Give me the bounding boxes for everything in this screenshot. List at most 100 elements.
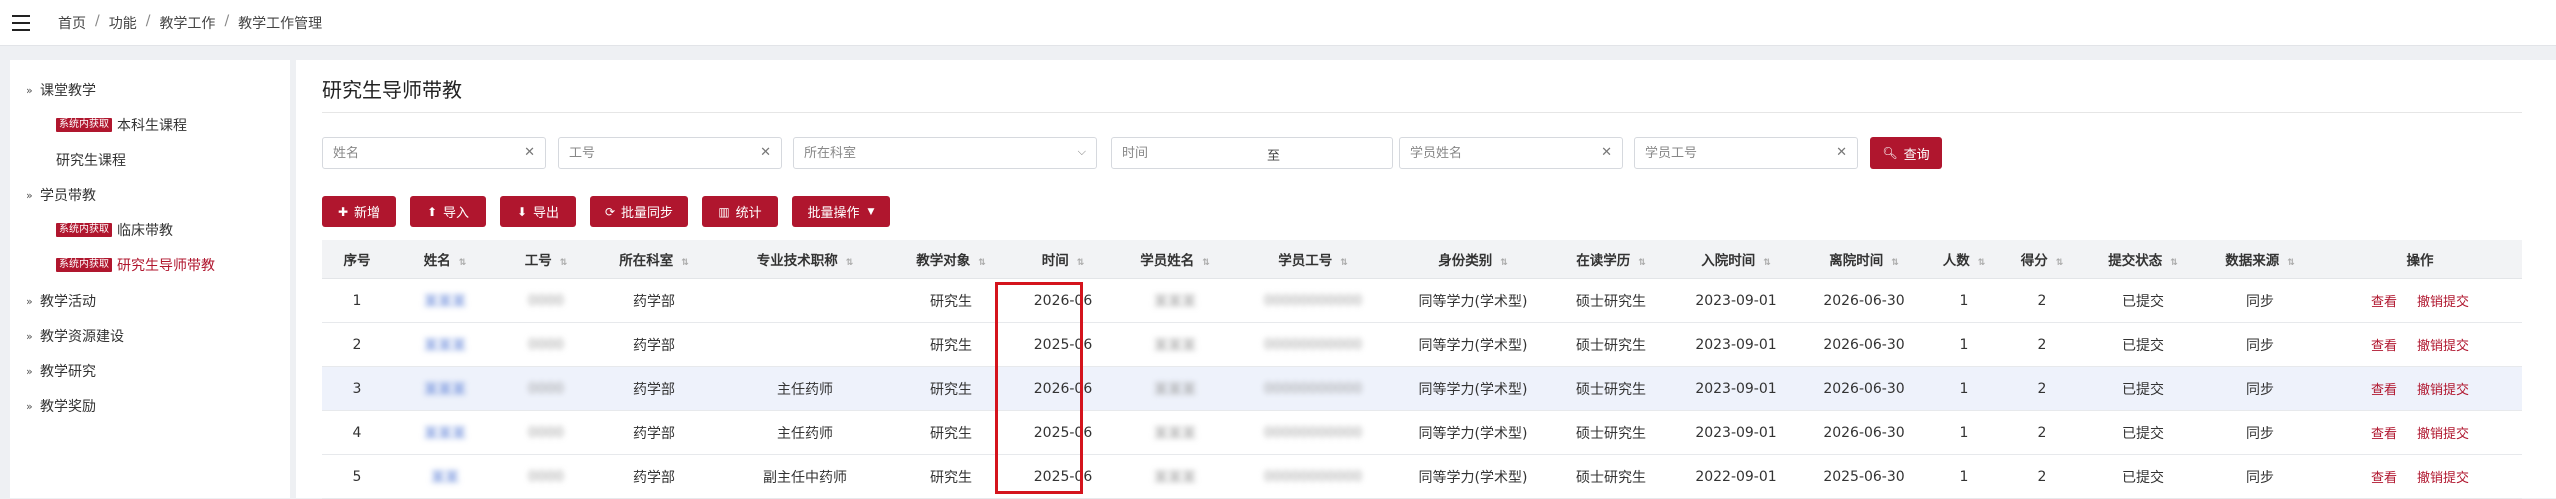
- column-header[interactable]: 专业技术职称 ⇅: [714, 240, 896, 279]
- sidebar-group-research[interactable]: » 教学研究: [26, 361, 96, 381]
- revoke-submit-link[interactable]: 撤销提交: [2417, 427, 2469, 442]
- clear-icon[interactable]: ✕: [760, 145, 771, 160]
- search-button[interactable]: 🔍︎ 查询: [1870, 137, 1942, 169]
- student-id-input[interactable]: [1635, 145, 1857, 161]
- breadcrumb-function[interactable]: 功能: [109, 13, 137, 33]
- sort-icon[interactable]: ⇅: [2056, 258, 2064, 268]
- breadcrumb-home[interactable]: 首页: [58, 13, 86, 33]
- table-cell: 2: [2000, 278, 2084, 323]
- sort-icon[interactable]: ⇅: [459, 258, 467, 268]
- sort-icon[interactable]: ⇅: [560, 258, 568, 268]
- dept-select[interactable]: ⌵: [793, 137, 1097, 169]
- revoke-submit-link[interactable]: 撤销提交: [2417, 339, 2469, 354]
- breadcrumb-teaching-management[interactable]: 教学工作管理: [238, 13, 322, 33]
- column-header[interactable]: 学员姓名 ⇅: [1120, 240, 1230, 279]
- table-row[interactable]: 3 某某某 0000 药学部 主任药师 研究生 2026-06 某某某 00000000000 同…: [322, 366, 2522, 411]
- menu-icon[interactable]: [12, 15, 30, 31]
- column-header[interactable]: 入院时间 ⇅: [1672, 240, 1800, 279]
- sort-icon[interactable]: ⇅: [1763, 258, 1771, 268]
- batch-sync-button[interactable]: ⟳ 批量同步: [590, 196, 688, 227]
- column-header[interactable]: 操作: [2318, 240, 2522, 279]
- sidebar-item-graduate-course[interactable]: 研究生课程: [56, 150, 126, 170]
- sort-icon[interactable]: ⇅: [1638, 258, 1646, 268]
- revoke-submit-link[interactable]: 撤销提交: [2417, 383, 2469, 398]
- revoke-submit-link[interactable]: 撤销提交: [2417, 471, 2469, 486]
- sidebar-item-label: 研究生课程: [56, 153, 126, 169]
- column-header[interactable]: 得分 ⇅: [2000, 240, 2084, 279]
- clear-icon[interactable]: ✕: [1601, 145, 1612, 160]
- sidebar-group-classroom[interactable]: » 课堂教学: [26, 80, 96, 100]
- name-link[interactable]: 某某某: [424, 382, 466, 398]
- batch-ops-button[interactable]: 批量操作 ▼: [792, 196, 890, 227]
- sort-icon[interactable]: ⇅: [1202, 258, 1210, 268]
- sidebar-item-graduate-mentor[interactable]: 系统内获取 研究生导师带教: [56, 255, 215, 275]
- column-header[interactable]: 工号 ⇅: [498, 240, 594, 279]
- time-input[interactable]: [1112, 145, 1252, 161]
- column-header[interactable]: 离院时间 ⇅: [1800, 240, 1928, 279]
- column-header-label: 操作: [2406, 253, 2434, 269]
- view-link[interactable]: 查看: [2371, 295, 2397, 310]
- column-header[interactable]: 在读学历 ⇅: [1550, 240, 1672, 279]
- import-button[interactable]: ⬆ 导入: [410, 196, 486, 227]
- revoke-submit-link[interactable]: 撤销提交: [2417, 295, 2469, 310]
- clear-icon[interactable]: ✕: [524, 145, 535, 160]
- column-header[interactable]: 时间 ⇅: [1006, 240, 1120, 279]
- name-input[interactable]: [323, 145, 545, 161]
- sidebar-group-student-teaching[interactable]: » 学员带教: [26, 185, 96, 205]
- column-header[interactable]: 人数 ⇅: [1928, 240, 2000, 279]
- sidebar-group-activities[interactable]: » 教学活动: [26, 291, 96, 311]
- column-header[interactable]: 身份类别 ⇅: [1396, 240, 1550, 279]
- column-header[interactable]: 教学对象 ⇅: [896, 240, 1006, 279]
- sort-icon[interactable]: ⇅: [978, 258, 986, 268]
- name-link[interactable]: 某某某: [424, 294, 466, 310]
- name-link[interactable]: 某某某: [424, 338, 466, 354]
- time-range-field[interactable]: 至: [1111, 137, 1393, 169]
- sort-icon[interactable]: ⇅: [1500, 258, 1508, 268]
- add-button[interactable]: ✚ 新增: [322, 196, 396, 227]
- name-link[interactable]: 某某某: [424, 426, 466, 442]
- view-link[interactable]: 查看: [2371, 427, 2397, 442]
- table-row[interactable]: 5 某某 0000 药学部 副主任中药师 研究生 2025-06 某某某 00000000000…: [322, 454, 2522, 499]
- name-link[interactable]: 某某: [431, 470, 459, 486]
- column-header[interactable]: 数据来源 ⇅: [2202, 240, 2318, 279]
- sort-icon[interactable]: ⇅: [1340, 258, 1348, 268]
- table-row[interactable]: 2 某某某 0000 药学部 研究生 2025-06 某某某 00000000000 同等学力(…: [322, 322, 2522, 367]
- sort-icon[interactable]: ⇅: [681, 258, 689, 268]
- table-cell: 同步: [2202, 278, 2318, 323]
- breadcrumb-teaching-work[interactable]: 教学工作: [159, 13, 215, 33]
- column-header[interactable]: 提交状态 ⇅: [2084, 240, 2202, 279]
- column-header[interactable]: 所在科室 ⇅: [594, 240, 714, 279]
- sidebar-item-clinical[interactable]: 系统内获取 临床带教: [56, 220, 173, 240]
- sort-icon[interactable]: ⇅: [2287, 258, 2295, 268]
- view-link[interactable]: 查看: [2371, 383, 2397, 398]
- divider: [322, 112, 2522, 113]
- dept-input[interactable]: [794, 145, 1096, 161]
- table-cell: 2026-06-30: [1800, 278, 1928, 323]
- sort-icon[interactable]: ⇅: [846, 258, 854, 268]
- sort-icon[interactable]: ⇅: [1077, 258, 1085, 268]
- sort-icon[interactable]: ⇅: [1891, 258, 1899, 268]
- export-button[interactable]: ⬇ 导出: [500, 196, 576, 227]
- sidebar-item-label: 临床带教: [117, 223, 173, 239]
- cell-value: 硕士研究生: [1576, 469, 1646, 486]
- clear-icon[interactable]: ✕: [1836, 145, 1847, 160]
- sidebar-group-resources[interactable]: » 教学资源建设: [26, 326, 124, 346]
- column-header[interactable]: 姓名 ⇅: [392, 240, 498, 279]
- view-link[interactable]: 查看: [2371, 339, 2397, 354]
- sidebar-group-awards[interactable]: » 教学奖励: [26, 396, 96, 416]
- sort-icon[interactable]: ⇅: [2170, 258, 2178, 268]
- table-cell: 某某某: [392, 366, 498, 411]
- sort-icon[interactable]: ⇅: [1978, 258, 1986, 268]
- column-header[interactable]: 序号: [322, 240, 392, 279]
- student-name-input[interactable]: [1400, 145, 1622, 161]
- stats-button[interactable]: ▥ 统计: [702, 196, 778, 227]
- column-header[interactable]: 学员工号 ⇅: [1230, 240, 1396, 279]
- table-row[interactable]: 4 某某某 0000 药学部 主任药师 研究生 2025-06 某某某 00000000000 同…: [322, 410, 2522, 455]
- table-row[interactable]: 1 某某某 0000 药学部 研究生 2026-06 某某某 00000000000 同等学力(…: [322, 278, 2522, 323]
- view-link[interactable]: 查看: [2371, 471, 2397, 486]
- sidebar-item-undergraduate[interactable]: 系统内获取 本科生课程: [56, 115, 187, 135]
- sidebar-item-label: 本科生课程: [117, 118, 187, 134]
- staff-id-input[interactable]: [559, 145, 781, 161]
- top-bar: 首页 / 功能 / 教学工作 / 教学工作管理: [0, 0, 2556, 46]
- table-cell: 药学部: [594, 322, 714, 367]
